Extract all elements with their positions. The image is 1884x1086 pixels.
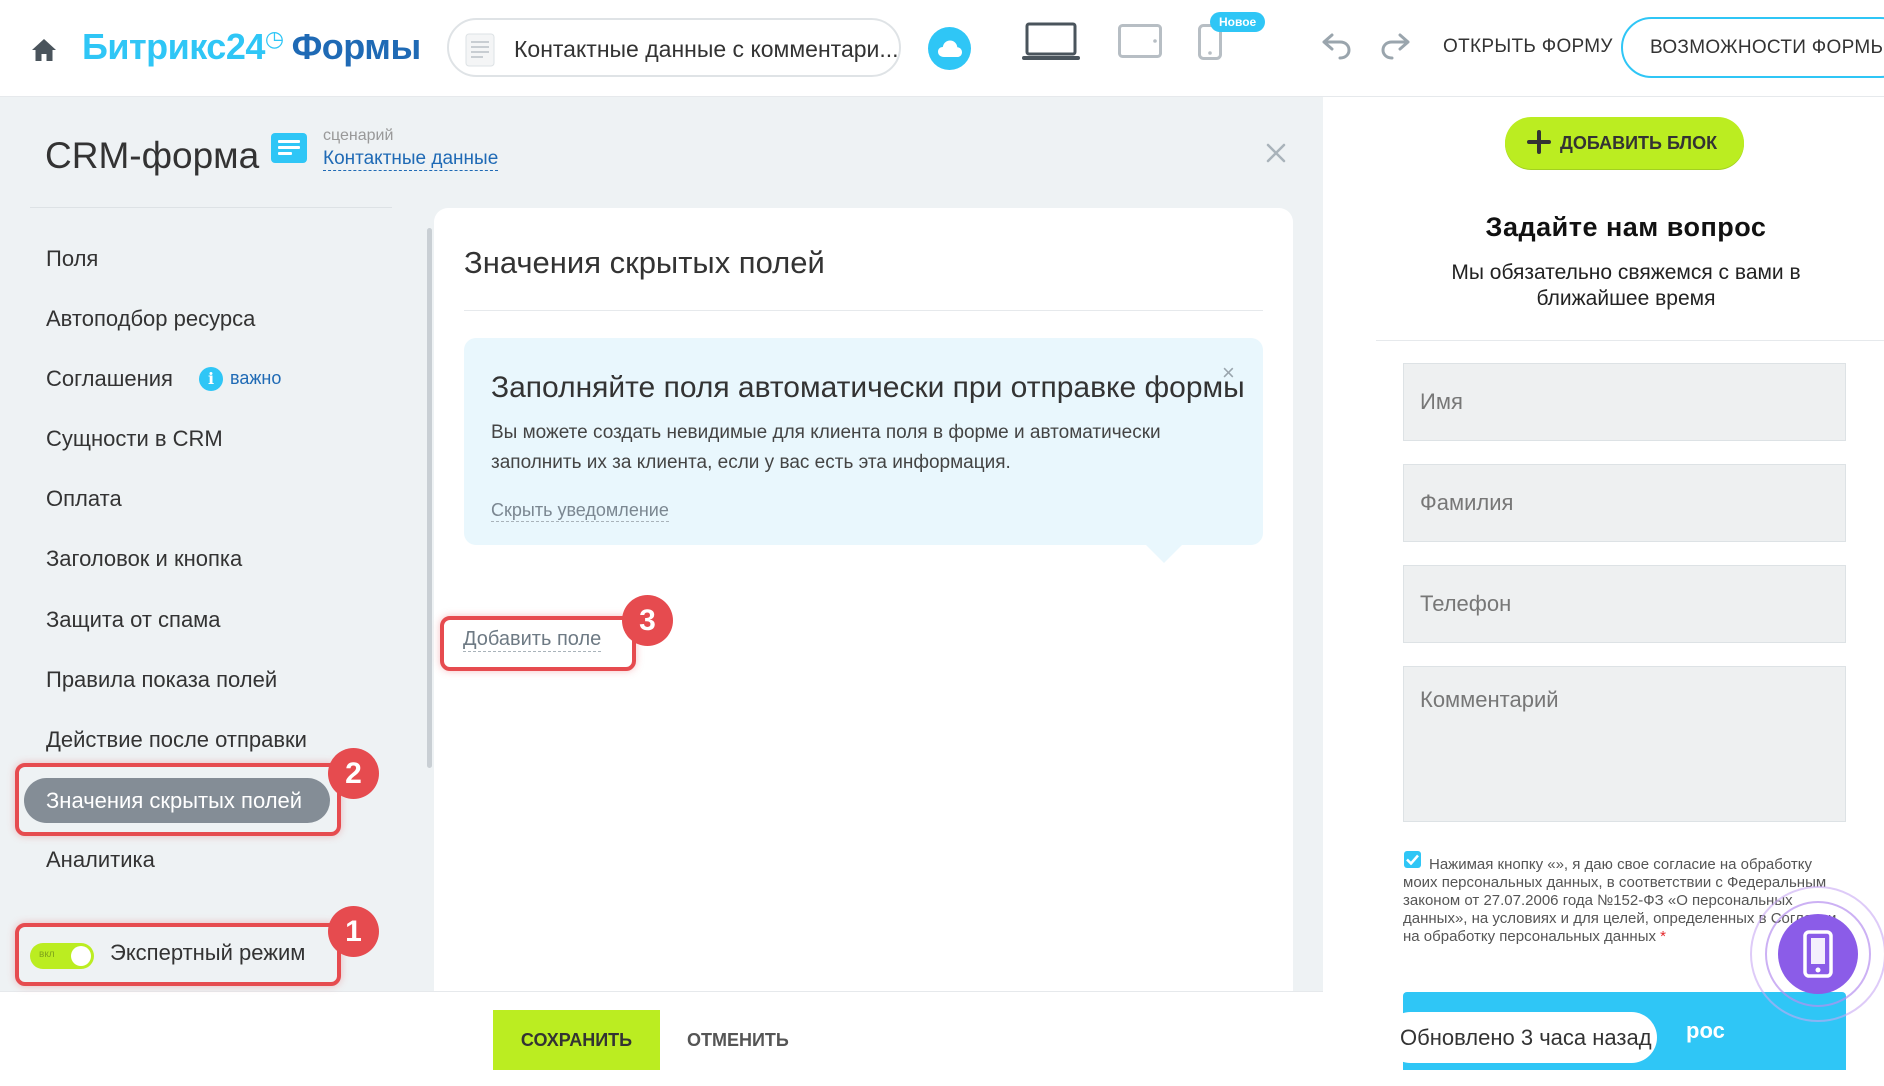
info-icon: i <box>199 367 223 391</box>
nav-item-crm-entities[interactable]: Сущности в CRM <box>46 426 223 452</box>
clock-icon: ◷ <box>264 26 284 51</box>
card-title: Значения скрытых полей <box>464 245 825 280</box>
callout-box-hidden-fields <box>15 763 341 836</box>
save-button[interactable]: СОХРАНИТЬ <box>493 1010 660 1070</box>
callout-number-1: 1 <box>328 906 379 957</box>
callout-box-add-field <box>440 616 636 671</box>
nav-item-agreements[interactable]: Соглашения <box>46 366 173 392</box>
nav-scrollbar[interactable] <box>427 228 432 768</box>
notice-tail <box>1144 543 1184 563</box>
important-label: важно <box>230 368 282 388</box>
scenario-caption: сценарий <box>323 127 394 144</box>
preview-divider <box>1376 340 1884 341</box>
panel-title: CRM-форма <box>45 135 260 176</box>
logo-main-text: Битрикс24 <box>82 26 265 67</box>
nav-item-after-submit[interactable]: Действие после отправки <box>46 727 307 753</box>
form-features-button[interactable]: ВОЗМОЖНОСТИ ФОРМЫ <box>1621 17 1884 78</box>
cloud-save-button[interactable] <box>928 27 971 70</box>
notice-text: Вы можете создать невидимые для клиента … <box>491 422 1161 473</box>
nav-item-spam-protection[interactable]: Защита от спама <box>46 607 221 633</box>
nav-item-fields[interactable]: Поля <box>46 246 98 272</box>
mobile-preview-button[interactable] <box>1778 914 1858 994</box>
hide-notice-link[interactable]: Скрыть уведомление <box>491 500 669 522</box>
open-form-link[interactable]: ОТКРЫТЬ ФОРМУ <box>1443 36 1613 58</box>
callout-box-expert-mode <box>15 923 341 986</box>
preview-field-surname[interactable]: Фамилия <box>1403 464 1846 542</box>
form-selector[interactable]: Контактные данные с комментари... <box>447 18 901 77</box>
mobile-icon <box>1803 930 1833 978</box>
redo-icon[interactable] <box>1380 32 1412 60</box>
notice-title: Заполняйте поля автоматически при отправ… <box>491 371 1245 404</box>
card-divider <box>464 310 1263 311</box>
nav-item-header-button[interactable]: Заголовок и кнопка <box>46 546 242 572</box>
scenario-link[interactable]: Контактные данные <box>323 148 499 171</box>
info-notice: × Заполняйте поля автоматически при отпр… <box>464 338 1263 563</box>
logo-sub-text: Формы <box>291 26 422 67</box>
required-marker: * <box>1660 928 1666 945</box>
preview-form-subtitle: Мы обязательно свяжемся с вами в ближайш… <box>1451 261 1801 310</box>
updated-status: Обновлено 3 часа назад <box>1385 1012 1657 1063</box>
callout-number-3: 3 <box>622 595 673 646</box>
cloud-icon <box>938 40 962 57</box>
nav-item-resource-autoselect[interactable]: Автоподбор ресурса <box>46 306 255 332</box>
new-badge: Новое <box>1210 12 1266 32</box>
nav-item-payment[interactable]: Оплата <box>46 486 122 512</box>
undo-icon[interactable] <box>1320 32 1352 60</box>
hidden-fields-card: Значения скрытых полей × Заполняйте поля… <box>434 208 1293 991</box>
plus-icon <box>1527 130 1551 154</box>
submit-label-fragment: рос <box>1686 1018 1725 1043</box>
preview-field-phone[interactable]: Телефон <box>1403 565 1846 643</box>
cancel-button[interactable]: ОТМЕНИТЬ <box>687 1030 789 1051</box>
home-icon[interactable] <box>30 36 58 64</box>
callout-number-2: 2 <box>328 748 379 799</box>
bottom-action-bar <box>0 991 1323 1086</box>
add-block-label: ДОБАВИТЬ БЛОК <box>1560 133 1718 153</box>
document-icon <box>465 33 495 67</box>
close-icon[interactable] <box>1266 143 1286 163</box>
nav-item-field-rules[interactable]: Правила показа полей <box>46 667 277 693</box>
preview-field-comment[interactable]: Комментарий <box>1403 666 1846 822</box>
top-bar: Битрикс24◷ Формы Контактные данные с комм… <box>0 0 1884 97</box>
add-block-button[interactable]: ДОБАВИТЬ БЛОК <box>1505 117 1744 169</box>
preview-form-title: Задайте нам вопрос <box>1485 212 1767 242</box>
nav-item-analytics[interactable]: Аналитика <box>46 847 155 873</box>
preview-field-name[interactable]: Имя <box>1403 363 1846 441</box>
app-logo[interactable]: Битрикс24◷ Формы <box>82 26 421 68</box>
tablet-icon[interactable] <box>1118 24 1162 58</box>
scenario-list-icon <box>271 133 307 163</box>
laptop-icon[interactable] <box>1022 22 1080 62</box>
form-selector-label: Контактные данные с комментари... <box>514 36 899 62</box>
nav-divider <box>30 207 392 208</box>
